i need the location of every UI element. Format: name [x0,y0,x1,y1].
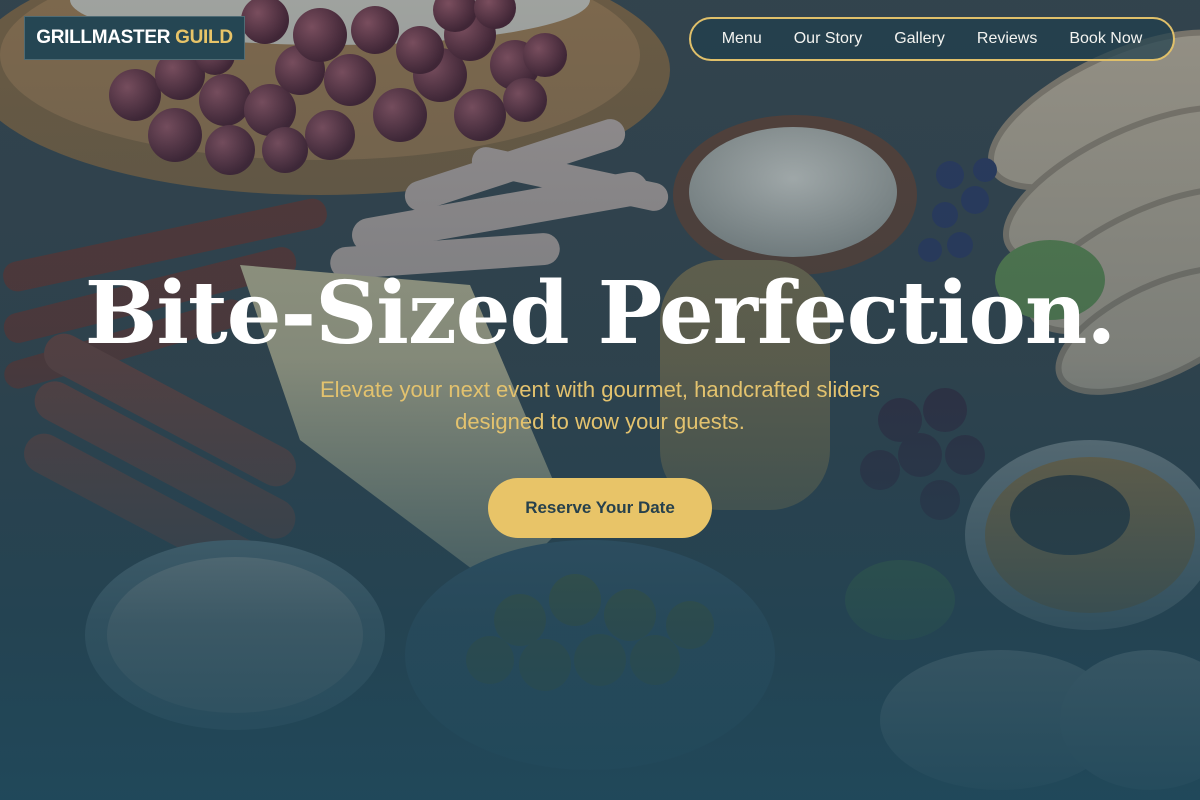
nav-link-book-now[interactable]: Book Now [1069,30,1142,48]
brand-name-accent: GUILD [175,27,233,48]
reserve-date-button[interactable]: Reserve Your Date [488,478,712,538]
hero-subheadline: Elevate your next event with gourmet, ha… [240,374,960,438]
brand-name-primary: GRILLMASTER [36,27,171,48]
hero-headline: Bite-Sized Perfection. [84,263,1117,364]
nav-link-gallery[interactable]: Gallery [894,30,945,48]
brand-logo[interactable]: GRILLMASTER GUILD [24,16,245,60]
nav-link-menu[interactable]: Menu [722,30,762,48]
hero-subheadline-line-2: designed to wow your guests. [455,409,745,434]
nav-link-our-story[interactable]: Our Story [794,30,862,48]
nav-link-reviews[interactable]: Reviews [977,30,1037,48]
hero-subheadline-line-1: Elevate your next event with gourmet, ha… [319,377,881,402]
main-navigation: Menu Our Story Gallery Reviews Book Now [689,17,1175,61]
